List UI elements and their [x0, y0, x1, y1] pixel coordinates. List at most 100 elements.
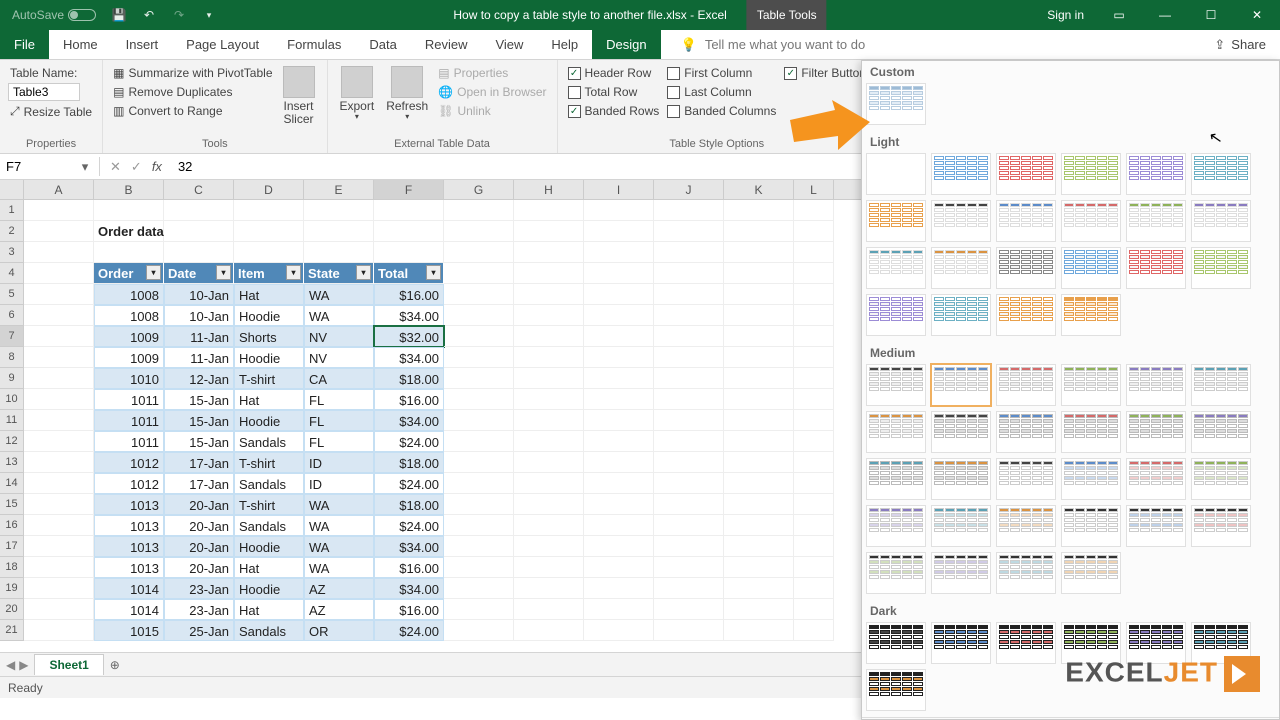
- cell[interactable]: Hoodie: [234, 410, 304, 431]
- cell[interactable]: [444, 515, 514, 536]
- cell[interactable]: [164, 242, 234, 263]
- ribbon-display-icon[interactable]: ▭: [1096, 0, 1142, 30]
- cell[interactable]: [724, 473, 794, 494]
- row-header[interactable]: 19: [0, 578, 24, 599]
- filter-dropdown-icon[interactable]: ▾: [356, 265, 371, 280]
- table-style-swatch[interactable]: [931, 411, 991, 453]
- last-column-checkbox[interactable]: Last Column: [665, 83, 778, 101]
- table-style-swatch[interactable]: [996, 622, 1056, 664]
- sheet-nav-next-icon[interactable]: ▶: [19, 658, 28, 672]
- cell[interactable]: [794, 557, 834, 578]
- cell[interactable]: $32.00: [374, 326, 444, 347]
- cell[interactable]: [234, 200, 304, 221]
- cell[interactable]: [24, 473, 94, 494]
- table-style-swatch[interactable]: [931, 153, 991, 195]
- table-style-swatch[interactable]: [1191, 200, 1251, 242]
- cell[interactable]: [514, 326, 584, 347]
- minimize-icon[interactable]: —: [1142, 0, 1188, 30]
- table-style-swatch[interactable]: [1061, 505, 1121, 547]
- cell[interactable]: [444, 221, 514, 242]
- cell[interactable]: [24, 431, 94, 452]
- cell[interactable]: [24, 389, 94, 410]
- tab-page-layout[interactable]: Page Layout: [172, 30, 273, 59]
- cell[interactable]: [724, 515, 794, 536]
- cell[interactable]: $16.00: [374, 557, 444, 578]
- cell[interactable]: Order▾: [94, 263, 164, 284]
- cell[interactable]: [444, 263, 514, 284]
- cell[interactable]: [514, 473, 584, 494]
- cell[interactable]: [654, 536, 724, 557]
- cell[interactable]: [514, 284, 584, 305]
- row-header[interactable]: 18: [0, 557, 24, 578]
- cell[interactable]: [514, 515, 584, 536]
- cell[interactable]: [444, 536, 514, 557]
- cell[interactable]: [724, 536, 794, 557]
- resize-table-button[interactable]: ⤢ Resize Table: [8, 102, 94, 121]
- column-header[interactable]: D: [234, 180, 304, 199]
- cell[interactable]: [584, 494, 654, 515]
- cell[interactable]: 10-Jan: [164, 284, 234, 305]
- cell[interactable]: [794, 389, 834, 410]
- cell[interactable]: 11-Jan: [164, 326, 234, 347]
- filter-dropdown-icon[interactable]: ▾: [426, 265, 441, 280]
- cell[interactable]: WA: [304, 284, 374, 305]
- cell[interactable]: 1014: [94, 578, 164, 599]
- cell[interactable]: $16.00: [374, 389, 444, 410]
- table-style-swatch[interactable]: [1191, 247, 1251, 289]
- cell[interactable]: 1011: [94, 431, 164, 452]
- table-style-swatch[interactable]: [866, 505, 926, 547]
- cell[interactable]: [24, 452, 94, 473]
- cell[interactable]: [654, 410, 724, 431]
- cell[interactable]: [24, 242, 94, 263]
- table-style-swatch[interactable]: [996, 364, 1056, 406]
- cell[interactable]: ID: [304, 473, 374, 494]
- cell[interactable]: FL: [304, 389, 374, 410]
- cell[interactable]: Date▾: [164, 263, 234, 284]
- tab-data[interactable]: Data: [355, 30, 410, 59]
- first-column-checkbox[interactable]: First Column: [665, 64, 778, 82]
- export-button[interactable]: Export▾: [336, 64, 379, 124]
- tab-help[interactable]: Help: [537, 30, 592, 59]
- cell[interactable]: [514, 200, 584, 221]
- cell[interactable]: [584, 515, 654, 536]
- row-header[interactable]: 6: [0, 305, 24, 326]
- cell[interactable]: WA: [304, 557, 374, 578]
- cell[interactable]: [794, 536, 834, 557]
- banded-columns-checkbox[interactable]: Banded Columns: [665, 102, 778, 120]
- cell[interactable]: [724, 242, 794, 263]
- cell[interactable]: [514, 368, 584, 389]
- cell[interactable]: 1010: [94, 368, 164, 389]
- table-style-swatch[interactable]: [1126, 247, 1186, 289]
- sheet-nav-prev-icon[interactable]: ◀: [6, 658, 15, 672]
- cell[interactable]: 1009: [94, 326, 164, 347]
- cell[interactable]: [794, 599, 834, 620]
- table-style-swatch[interactable]: [996, 411, 1056, 453]
- table-style-swatch[interactable]: [866, 458, 926, 500]
- cell[interactable]: [654, 242, 724, 263]
- table-style-swatch[interactable]: [866, 411, 926, 453]
- table-style-swatch[interactable]: [1126, 364, 1186, 406]
- table-style-swatch[interactable]: [996, 153, 1056, 195]
- table-style-swatch[interactable]: [866, 247, 926, 289]
- cell[interactable]: $16.00: [374, 284, 444, 305]
- cell[interactable]: 1013: [94, 536, 164, 557]
- table-style-swatch[interactable]: [1191, 153, 1251, 195]
- cell[interactable]: [794, 368, 834, 389]
- cell[interactable]: Shorts: [234, 326, 304, 347]
- cell[interactable]: [654, 221, 724, 242]
- cell[interactable]: [724, 494, 794, 515]
- add-sheet-icon[interactable]: ⊕: [104, 658, 126, 672]
- table-name-input[interactable]: [8, 83, 80, 101]
- qat-dropdown-icon[interactable]: ▾: [196, 2, 222, 28]
- row-header[interactable]: 14: [0, 473, 24, 494]
- banded-rows-checkbox[interactable]: Banded Rows: [566, 102, 662, 120]
- row-header[interactable]: 21: [0, 620, 24, 641]
- cell[interactable]: Total▾: [374, 263, 444, 284]
- cell[interactable]: [304, 221, 374, 242]
- cell[interactable]: [444, 557, 514, 578]
- cell[interactable]: [514, 305, 584, 326]
- worksheet-grid[interactable]: ABCDEFGHIJKL 12Order data34Order▾Date▾It…: [0, 180, 861, 652]
- table-style-swatch[interactable]: [866, 200, 926, 242]
- cell[interactable]: [514, 221, 584, 242]
- cell[interactable]: [654, 326, 724, 347]
